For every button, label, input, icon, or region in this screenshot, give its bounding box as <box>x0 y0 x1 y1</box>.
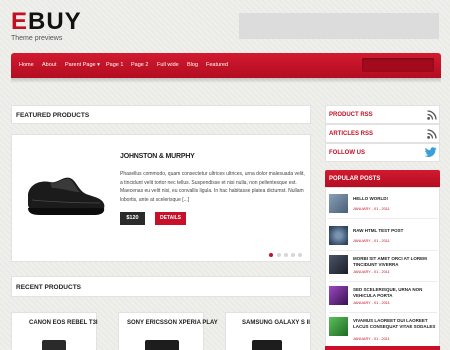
divider <box>329 218 437 219</box>
post-title[interactable]: HELLO WORLD! <box>353 196 437 202</box>
site-logo[interactable]: EBUY <box>11 10 82 34</box>
divider <box>329 312 437 313</box>
post-title[interactable]: VIVAMUS LAOREET DUI LAOREET LACUS CONSEQ… <box>353 318 437 330</box>
featured-product-name[interactable]: JOHNSTON & MURPHY <box>120 153 195 160</box>
camera-image <box>42 340 66 350</box>
nav-item-parent-page[interactable]: Parent Page ▾ <box>65 62 100 68</box>
post-title[interactable]: MORBI SIT AMET ORCI AT LOREM TINCIDUNT V… <box>353 256 437 268</box>
nav-item-about[interactable]: About <box>42 62 56 68</box>
post-date: JANUARY - 01 - 2011 <box>353 270 390 274</box>
slider-dot-5[interactable] <box>298 253 302 257</box>
recent-products-title: RECENT PRODUCTS <box>16 284 82 291</box>
recent-product-name[interactable]: SONY ERICSSON XPERIA PLAY <box>127 320 218 326</box>
header-banner-placeholder <box>239 13 439 39</box>
nav-item-page-2[interactable]: Page 2 <box>131 62 148 68</box>
featured-product-description: Phasellus commodo, quam consectetur ultr… <box>120 171 305 203</box>
recent-product-name[interactable]: SAMSUNG GALAXY S II <box>242 320 310 326</box>
price-badge: $120 <box>120 212 145 225</box>
divider <box>329 281 437 282</box>
logo-rest: BUY <box>28 8 82 35</box>
recent-product-name[interactable]: CANON EOS REBEL T3I <box>29 320 98 326</box>
post-thumbnail[interactable] <box>329 226 348 245</box>
phone-image <box>252 340 282 350</box>
post-title[interactable]: SED SCELERISQUE, URNA NON VEHICULA PORTA <box>353 287 437 299</box>
twitter-bird-icon[interactable] <box>425 147 437 157</box>
post-date: JANUARY - 01 - 2011 <box>353 337 390 341</box>
rss-icon[interactable] <box>427 110 437 120</box>
post-title[interactable]: RAW HTML TEST POST <box>353 228 437 234</box>
shoe-image[interactable] <box>22 170 108 220</box>
nav-item-featured[interactable]: Featured <box>206 62 228 68</box>
details-button[interactable]: DETAILS <box>155 212 186 225</box>
rss-icon[interactable] <box>427 129 437 139</box>
post-thumbnail[interactable] <box>329 317 348 336</box>
search-input[interactable] <box>362 58 434 72</box>
nav-shadow <box>11 78 441 83</box>
slider-dot-3[interactable] <box>284 253 288 257</box>
divider <box>329 250 437 251</box>
post-thumbnail[interactable] <box>329 255 348 274</box>
post-date: JANUARY - 01 - 2011 <box>353 207 390 211</box>
nav-item-blog[interactable]: Blog <box>187 62 198 68</box>
post-date: JANUARY - 01 - 2011 <box>353 301 390 305</box>
slider-dot-2[interactable] <box>277 253 281 257</box>
logo-first-letter: E <box>11 8 29 35</box>
phone-image <box>145 340 179 350</box>
nav-item-page-1[interactable]: Page 1 <box>106 62 123 68</box>
post-thumbnail[interactable] <box>329 194 348 213</box>
slider-dot-1[interactable] <box>269 253 273 257</box>
site-tagline: Theme previews <box>11 35 63 42</box>
slider-dot-4[interactable] <box>291 253 295 257</box>
post-date: JANUARY - 01 - 2011 <box>353 239 390 243</box>
nav-item-full-wide[interactable]: Full wide <box>157 62 179 68</box>
next-widget-header <box>325 346 440 350</box>
articles-rss-label[interactable]: ARTICLES RSS <box>329 131 373 137</box>
product-rss-label[interactable]: PRODUCT RSS <box>329 112 373 118</box>
nav-item-home[interactable]: Home <box>19 62 34 68</box>
follow-us-label[interactable]: FOLLOW US <box>329 150 365 156</box>
post-thumbnail[interactable] <box>329 286 348 305</box>
featured-products-title: FEATURED PRODUCTS <box>16 112 90 119</box>
popular-posts-title: POPULAR POSTS <box>329 176 381 182</box>
